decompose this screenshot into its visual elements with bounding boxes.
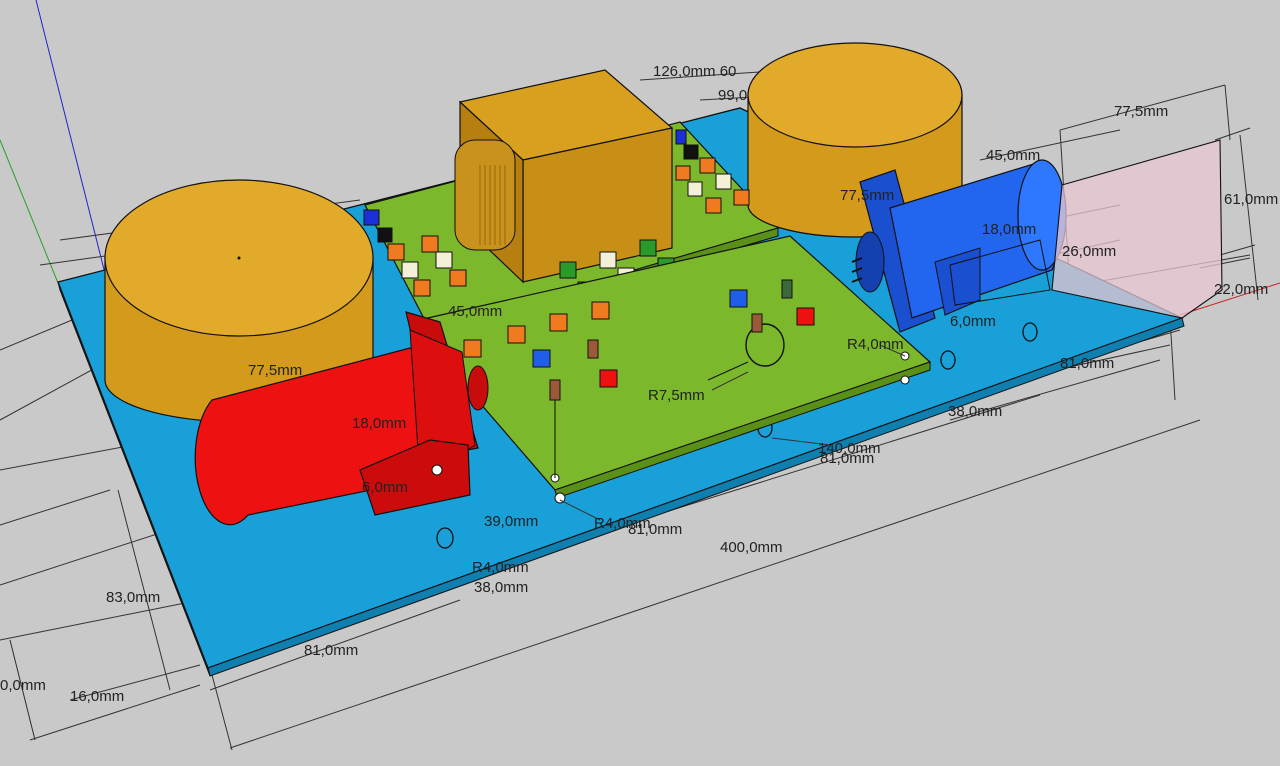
dim-label: 39,0mm [484,513,538,530]
sketchup-viewport[interactable]: 126,0mm 60 99,0 77,5mm 45,0mm 61,0mm 18,… [0,0,1280,766]
dim-label: R7,5mm [648,387,705,404]
dim-label: 83,0mm [106,589,160,606]
power-transformer[interactable] [454,69,674,284]
green-axis-line [0,139,59,284]
dim-label: 38,0mm [948,403,1002,420]
dim-label: 26,0mm [1062,243,1116,260]
dim-label: 77,5mm [248,362,302,379]
dim-label: 99,0 [718,87,747,104]
dim-label: 81,0mm [1060,355,1114,372]
dim-label: 16,0mm [70,688,124,705]
dim-label: 18,0mm [352,415,406,432]
dim-label: R4,0mm [847,336,904,353]
dim-label: 126,0mm 60 [653,63,736,80]
dim-label: 400,0mm [720,539,783,556]
end-panel[interactable] [1051,139,1223,319]
dim-label: R4,0mm [472,559,529,576]
dim-label: 81,0mm [304,642,358,659]
dim-label: 77,5mm [1114,103,1168,120]
dim-label: 38,0mm [474,579,528,596]
dim-label: 45,0mm [448,303,502,320]
dim-label: 6,0mm [950,313,996,330]
dim-label: 81,0mm [820,450,874,467]
dim-label: 18,0mm [982,221,1036,238]
dim-label: 22,0mm [1214,281,1268,298]
dim-label: 6,0mm [362,479,408,496]
dim-label: 61,0mm [1224,191,1278,208]
dim-label: 77,5mm [840,187,894,204]
dim-label: 81,0mm [628,521,682,538]
dim-label: 0,0mm [0,677,46,694]
dim-label: 45,0mm [986,147,1040,164]
